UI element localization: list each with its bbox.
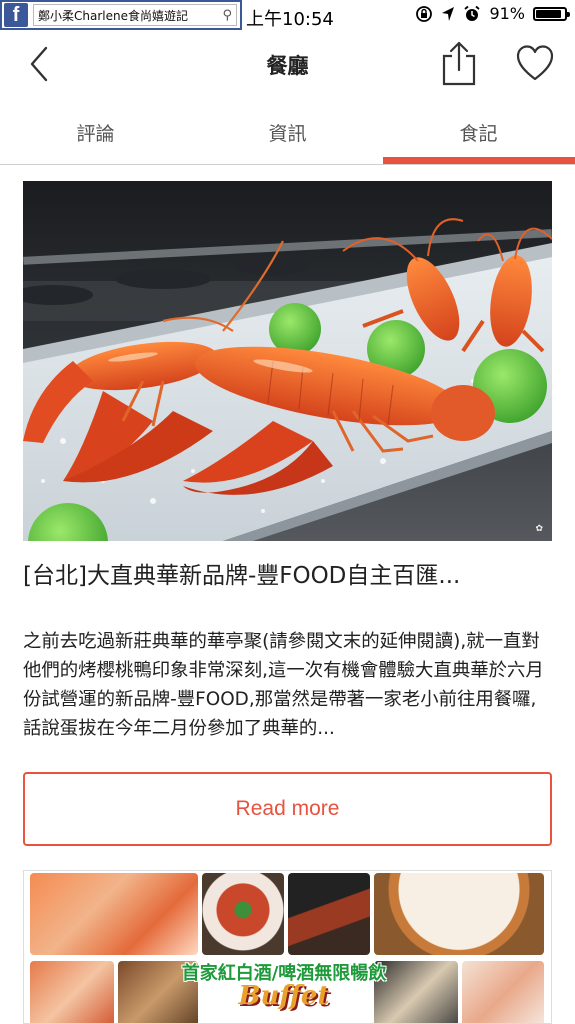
tab-food-blog[interactable]: 食記 <box>383 100 574 164</box>
search-query-text: 鄭小柔Charlene食尚嬉遊記 <box>38 8 188 23</box>
facebook-search-widget[interactable]: f 鄭小柔Charlene食尚嬉遊記 ⚲ <box>0 0 242 30</box>
location-arrow-icon <box>442 6 455 21</box>
collage-sashimi-photo <box>462 961 544 1023</box>
collage-sushi-rice-photo <box>374 873 544 955</box>
battery-fill <box>536 9 562 18</box>
collage-buffet-text: Buffet <box>238 981 330 1011</box>
alarm-icon <box>464 5 481 21</box>
svg-text:✿: ✿ <box>535 524 543 534</box>
navigation-bar: 餐廳 <box>0 32 575 96</box>
tab-info[interactable]: 資訊 <box>192 100 383 164</box>
article-excerpt: 之前去吃過新莊典華的華亭聚(請參閱文末的延伸閱讀),就一直對他們的烤櫻桃鴨印象非… <box>23 631 544 739</box>
facebook-icon[interactable]: f <box>4 3 28 27</box>
tab-reviews[interactable]: 評論 <box>0 100 191 164</box>
clock: 上午10:54 <box>246 9 334 30</box>
share-icon[interactable] <box>440 40 478 86</box>
tab-bar: 評論 資訊 食記 <box>0 100 575 165</box>
active-tab-indicator <box>383 157 575 164</box>
article-hero-image[interactable]: ✿ <box>23 181 552 541</box>
search-icon[interactable]: ⚲ <box>222 8 232 23</box>
battery-icon <box>533 6 570 21</box>
status-bar: f 鄭小柔Charlene食尚嬉遊記 ⚲ 上午10:54 91% <box>0 0 575 32</box>
second-article-image[interactable]: 首家紅白酒/啤酒無限暢飲 Buffet <box>23 870 552 1024</box>
battery-percent: 91% <box>489 4 525 23</box>
search-field[interactable]: 鄭小柔Charlene食尚嬉遊記 ⚲ <box>33 4 237 26</box>
collage-dish-photo <box>202 873 284 955</box>
article-title[interactable]: [台北]大直典華新品牌-豐FOOD自主百匯... <box>23 556 552 596</box>
lobster-buffet-photo: ✿ <box>23 181 552 541</box>
read-more-button[interactable]: Read more <box>23 772 552 846</box>
collage-shrimp-photo-2 <box>30 961 114 1023</box>
heart-icon[interactable] <box>515 44 555 82</box>
rotation-lock-icon <box>416 5 433 22</box>
collage-grill-photo <box>288 873 370 955</box>
collage-shrimp-photo <box>30 873 198 955</box>
page-title: 餐廳 <box>266 54 309 78</box>
